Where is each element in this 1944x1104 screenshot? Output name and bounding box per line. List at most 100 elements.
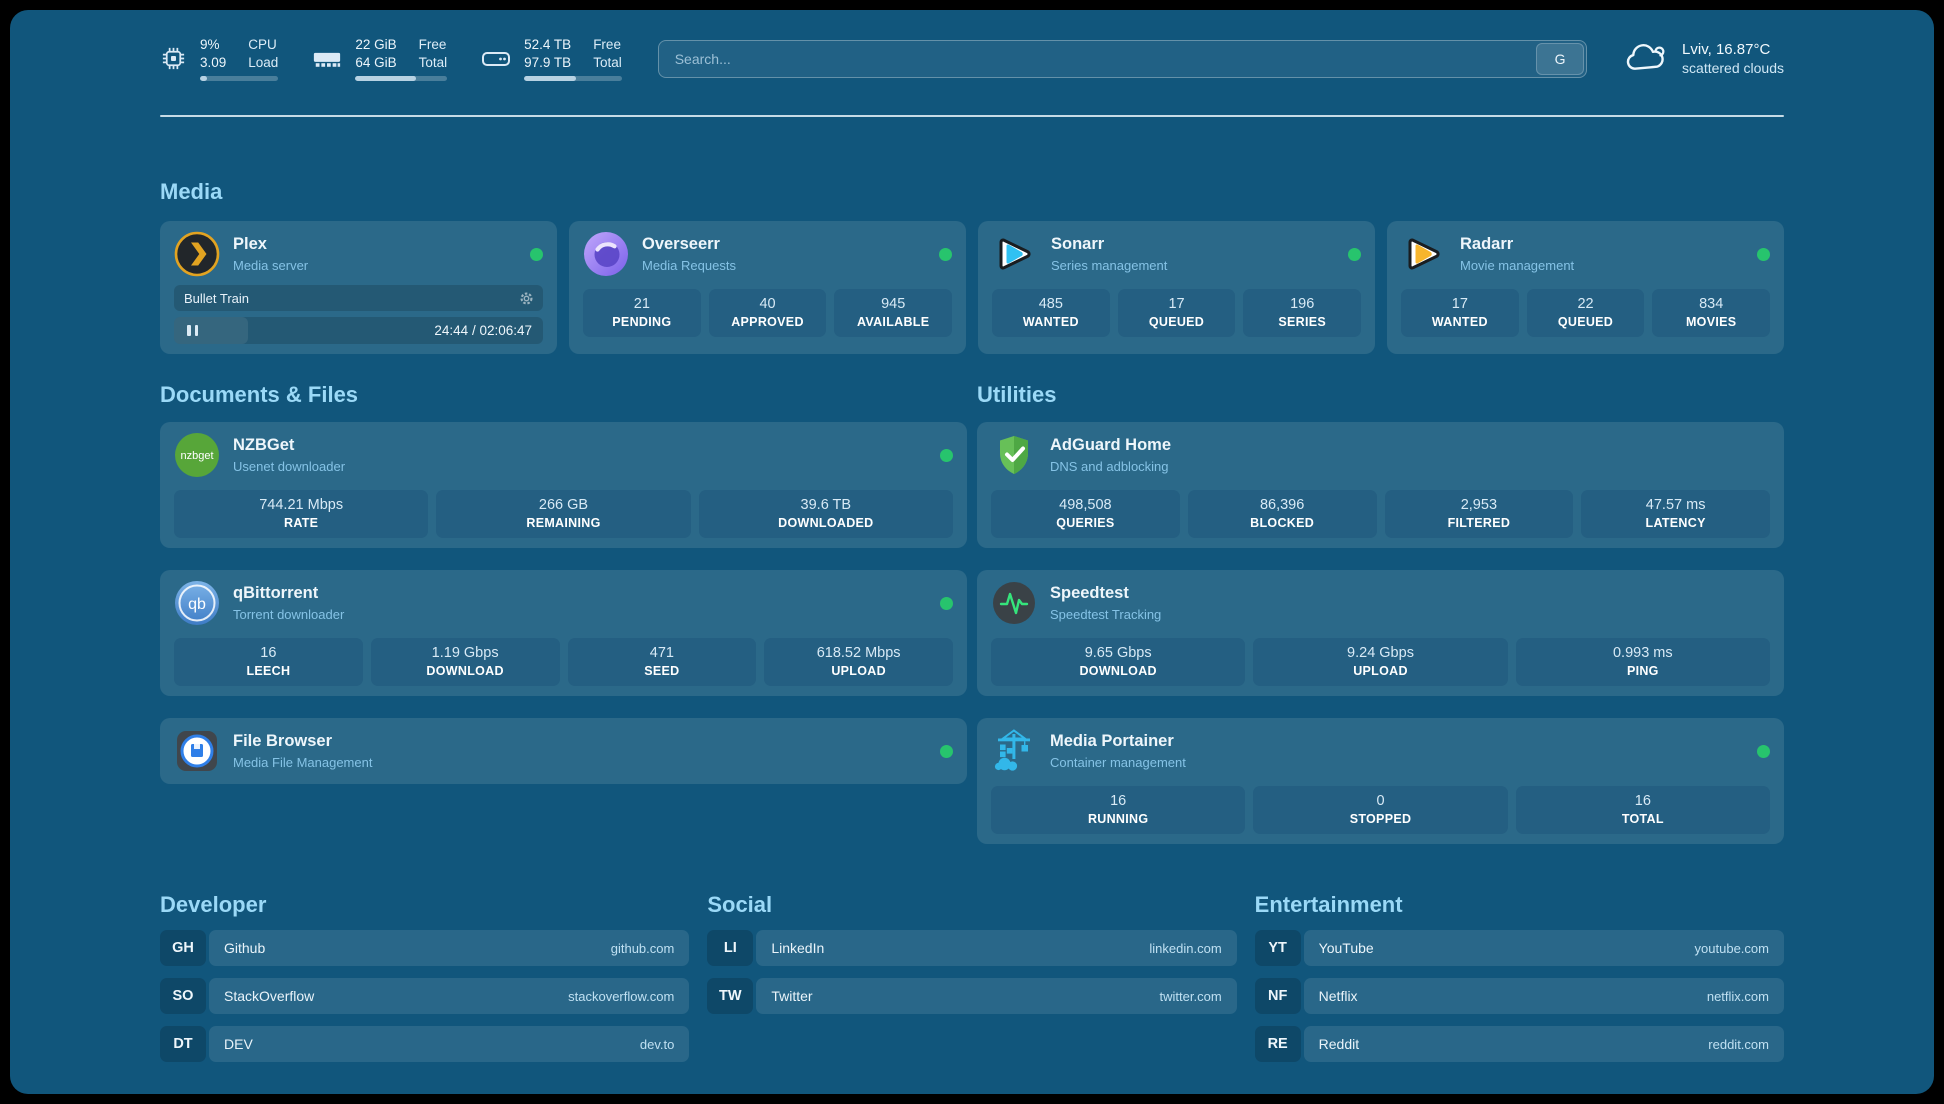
link-name: YouTube [1319, 940, 1374, 956]
link-url: youtube.com [1695, 941, 1769, 956]
section-title-utilities: Utilities [977, 382, 1784, 408]
status-dot [939, 248, 952, 261]
filebrowser-card[interactable]: File Browser Media File Management [160, 718, 967, 784]
status-dot [1348, 248, 1361, 261]
screen-frame: 9% 3.09 CPU Load [0, 0, 1944, 1104]
speedtest-card[interactable]: Speedtest Speedtest Tracking 9.65 GbpsDO… [977, 570, 1784, 696]
link-stackoverflow[interactable]: SO StackOverflow stackoverflow.com [160, 978, 689, 1014]
link-abbr: GH [160, 930, 206, 966]
radarr-card[interactable]: Radarr Movie management 17WANTED 22QUEUE… [1387, 221, 1784, 354]
disk-stat: 52.4 TB 97.9 TB Free Total [481, 36, 622, 81]
status-dot [530, 248, 543, 261]
stat-tile: 47.57 msLATENCY [1581, 490, 1770, 538]
stat-tile: 0.993 msPING [1516, 638, 1770, 686]
link-url: github.com [611, 941, 675, 956]
bookmark-group-entertainment: Entertainment YT YouTube youtube.com NF … [1255, 892, 1784, 1062]
bookmark-group-developer: Developer GH Github github.com SO StackO… [160, 892, 689, 1062]
stat-tile: 39.6 TBDOWNLOADED [699, 490, 953, 538]
link-url: reddit.com [1708, 1037, 1769, 1052]
app-subtitle: Speedtest Tracking [1050, 607, 1744, 622]
link-name: Netflix [1319, 988, 1358, 1004]
plex-card[interactable]: Plex Media server Bullet Train [160, 221, 557, 354]
link-url: twitter.com [1160, 989, 1222, 1004]
portainer-card[interactable]: Media Portainer Container management 16R… [977, 718, 1784, 844]
app-name: Sonarr [1051, 235, 1335, 255]
link-url: netflix.com [1707, 989, 1769, 1004]
settings-gear-icon[interactable] [519, 291, 534, 306]
app-subtitle: DNS and adblocking [1050, 459, 1744, 474]
cpu-labels: CPU Load [248, 36, 278, 71]
search-input[interactable] [658, 40, 1587, 78]
now-playing: Bullet Train [174, 285, 543, 311]
link-youtube[interactable]: YT YouTube youtube.com [1255, 930, 1784, 966]
memory-labels: Free Total [419, 36, 448, 71]
stat-tile: 86,396BLOCKED [1188, 490, 1377, 538]
link-twitter[interactable]: TW Twitter twitter.com [707, 978, 1236, 1014]
search-engine-button[interactable]: G [1536, 43, 1584, 75]
link-abbr: LI [707, 930, 753, 966]
stat-tile: 471SEED [568, 638, 757, 686]
link-linkedin[interactable]: LI LinkedIn linkedin.com [707, 930, 1236, 966]
app-name: Plex [233, 235, 517, 255]
qbittorrent-card[interactable]: qb qBittorrent Torrent downloader 16LEEC… [160, 570, 967, 696]
nzbget-icon: nzbget [174, 432, 220, 478]
stat-tile: 1.19 GbpsDOWNLOAD [371, 638, 560, 686]
link-url: stackoverflow.com [568, 989, 674, 1004]
app-name: Media Portainer [1050, 732, 1744, 752]
section-title-social: Social [707, 892, 1236, 918]
section-title-entertainment: Entertainment [1255, 892, 1784, 918]
weather-condition: scattered clouds [1682, 60, 1784, 76]
app-name: File Browser [233, 732, 927, 752]
section-title-documents: Documents & Files [160, 382, 967, 408]
bookmark-group-social: Social LI LinkedIn linkedin.com TW Twitt… [707, 892, 1236, 1062]
app-subtitle: Media Requests [642, 258, 926, 273]
link-name: Reddit [1319, 1036, 1359, 1052]
stat-tile: 485WANTED [992, 289, 1110, 337]
stat-tile: 834MOVIES [1652, 289, 1770, 337]
link-netflix[interactable]: NF Netflix netflix.com [1255, 978, 1784, 1014]
link-abbr: NF [1255, 978, 1301, 1014]
link-abbr: RE [1255, 1026, 1301, 1062]
now-playing-title: Bullet Train [184, 291, 249, 306]
link-name: DEV [224, 1036, 253, 1052]
link-github[interactable]: GH Github github.com [160, 930, 689, 966]
memory-stat: 22 GiB 64 GiB Free Total [312, 36, 447, 81]
link-name: Twitter [771, 988, 812, 1004]
app-name: qBittorrent [233, 584, 927, 604]
overseerr-card[interactable]: Overseerr Media Requests 21PENDING 40APP… [569, 221, 966, 354]
nzbget-card[interactable]: nzbget NZBGet Usenet downloader 744.21 M… [160, 422, 967, 548]
adguard-icon [991, 432, 1037, 478]
stat-tile: 266 GBREMAINING [436, 490, 690, 538]
cpu-progressbar [200, 76, 278, 81]
adguard-card[interactable]: AdGuard Home DNS and adblocking 498,508Q… [977, 422, 1784, 548]
stat-tile: 945AVAILABLE [834, 289, 952, 337]
status-dot [940, 745, 953, 758]
media-grid: Plex Media server Bullet Train [160, 221, 1784, 354]
memory-progressbar [355, 76, 447, 81]
app-name: Overseerr [642, 235, 926, 255]
stat-tile: 196SERIES [1243, 289, 1361, 337]
link-dev[interactable]: DT DEV dev.to [160, 1026, 689, 1062]
top-bar: 9% 3.09 CPU Load [10, 10, 1934, 81]
sonarr-icon [992, 231, 1038, 277]
stat-tile: 17QUEUED [1118, 289, 1236, 337]
stat-tile: 498,508QUERIES [991, 490, 1180, 538]
app-subtitle: Movie management [1460, 258, 1744, 273]
status-dot [940, 597, 953, 610]
radarr-icon [1401, 231, 1447, 277]
stat-tile: 744.21 MbpsRATE [174, 490, 428, 538]
sonarr-card[interactable]: Sonarr Series management 485WANTED 17QUE… [978, 221, 1375, 354]
app-subtitle: Usenet downloader [233, 459, 927, 474]
stat-tile: 16TOTAL [1516, 786, 1770, 834]
link-name: Github [224, 940, 265, 956]
weather-location-temp: Lviv, 16.87°C [1682, 41, 1784, 58]
system-stats: 9% 3.09 CPU Load [160, 36, 622, 81]
stat-tile: 16RUNNING [991, 786, 1245, 834]
qbittorrent-icon: qb [174, 580, 220, 626]
link-name: StackOverflow [224, 988, 314, 1004]
memory-values: 22 GiB 64 GiB [355, 36, 396, 71]
weather-widget: Lviv, 16.87°C scattered clouds [1623, 41, 1784, 77]
link-reddit[interactable]: RE Reddit reddit.com [1255, 1026, 1784, 1062]
svg-text:nzbget: nzbget [180, 450, 213, 462]
stat-tile: 9.24 GbpsUPLOAD [1253, 638, 1507, 686]
